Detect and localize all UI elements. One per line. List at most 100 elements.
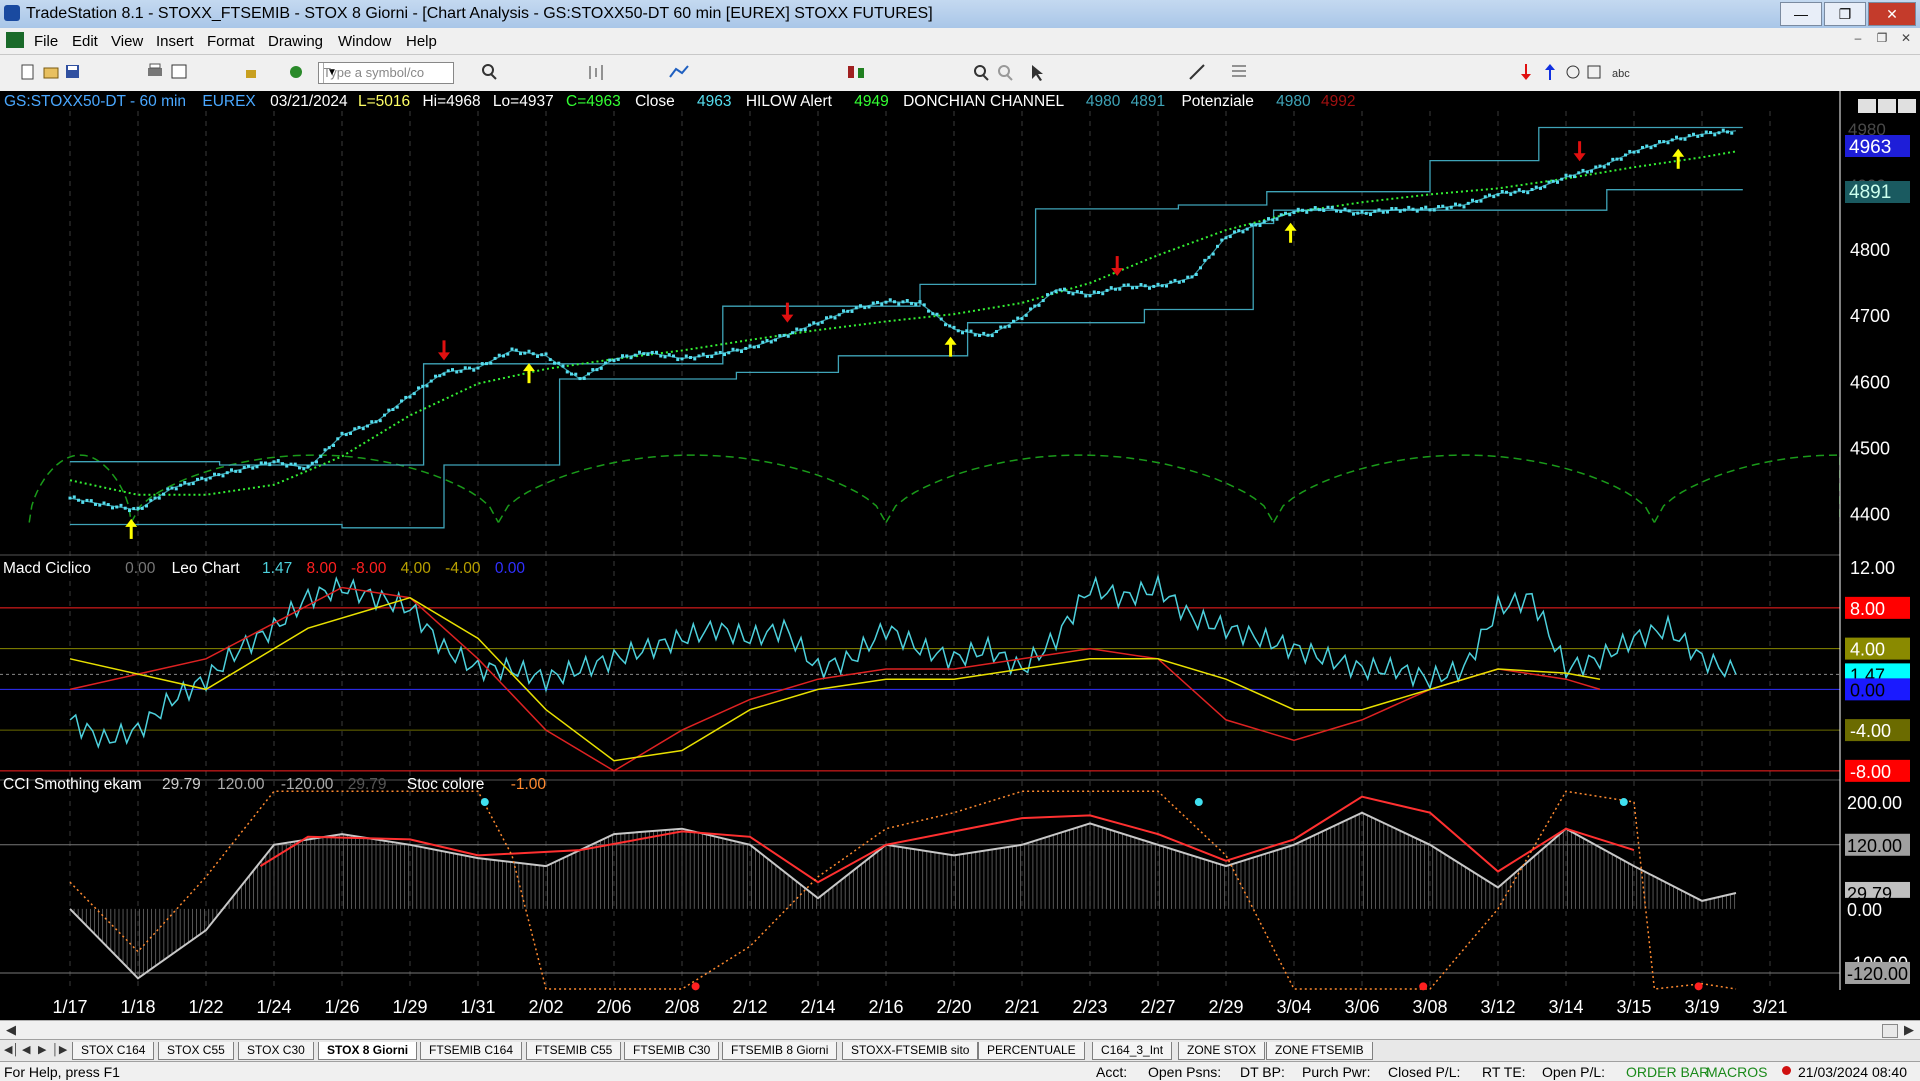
price-point [408, 395, 412, 399]
price-point [94, 502, 97, 506]
scroll-left-icon[interactable]: ◀ [6, 1022, 16, 1038]
price-point [1207, 255, 1211, 259]
price-point [961, 331, 964, 335]
print-icon[interactable] [148, 63, 162, 76]
horizontal-scrollbar[interactable]: ◀ ▶ [0, 1020, 1920, 1039]
axis-minimize-button[interactable] [1858, 99, 1876, 113]
workspace-icon[interactable] [171, 64, 187, 79]
zoom-out-icon[interactable] [998, 65, 1013, 81]
tab-prev-icon[interactable]: ◀ [22, 1043, 30, 1056]
radar-icon[interactable] [290, 66, 302, 78]
chevron-down-icon[interactable]: ▼ [323, 63, 340, 83]
chart-area[interactable]: 4400 4500 4600 4700 4800 12.00 8.00 4.00 1.47 0.… [0, 91, 1920, 1020]
tab-stoxx-ftsemib-sito[interactable]: STOXX-FTSEMIB sito [842, 1042, 979, 1060]
fibonacci-icon[interactable] [1232, 65, 1246, 77]
menu-file[interactable]: File [34, 33, 58, 50]
price-point [612, 359, 616, 363]
price-point [1615, 157, 1619, 161]
ellipse-tool-icon[interactable] [1566, 65, 1580, 79]
zoom-in-icon[interactable] [974, 65, 989, 81]
tab-zone-stox[interactable]: ZONE STOX [1178, 1042, 1266, 1060]
price-point [540, 353, 544, 357]
price-point [1216, 244, 1219, 248]
macd-name: Macd Ciclico [3, 560, 91, 577]
tab-stox-c55[interactable]: STOX C55 [158, 1042, 234, 1060]
restore-button[interactable]: ❐ [1824, 2, 1866, 26]
chart-svg[interactable]: 4400 4500 4600 4700 4800 12.00 8.00 4.00 1.47 0.… [0, 91, 1920, 1020]
menu-insert[interactable]: Insert [156, 33, 194, 50]
symbol-input[interactable]: Type a symbol/co ▼ [318, 62, 454, 84]
leo-value-5: -4.00 [445, 560, 481, 577]
minimize-button[interactable]: — [1780, 2, 1822, 26]
menu-window[interactable]: Window [338, 33, 391, 50]
pointer-icon[interactable] [1032, 65, 1043, 81]
menu-drawing[interactable]: Drawing [268, 33, 323, 50]
price-point [871, 301, 875, 305]
line-chart-icon[interactable] [669, 65, 689, 78]
tab-ftsemib-8-giorni[interactable]: FTSEMIB 8 Giorni [722, 1042, 838, 1060]
price-point [757, 345, 760, 349]
x-tick-label: 3/19 [1684, 997, 1719, 1017]
price-point [837, 313, 841, 317]
price-point [1245, 227, 1249, 231]
tab-stox-c30[interactable]: STOX C30 [238, 1042, 314, 1060]
buy-arrow-tool-icon[interactable] [1545, 64, 1555, 80]
tab-last-icon[interactable]: │▶ [52, 1043, 67, 1056]
price-point [1679, 137, 1683, 141]
cci-marker [1694, 982, 1703, 991]
candlestick-icon[interactable] [848, 66, 864, 78]
price-point [455, 370, 459, 374]
tab-percentuale[interactable]: PERCENTUALE [978, 1042, 1085, 1060]
mdi-restore-button[interactable]: ❐ [1872, 31, 1892, 49]
axis-restore-button[interactable] [1878, 99, 1896, 113]
price-point [446, 369, 450, 373]
tab-first-icon[interactable]: ◀│ [4, 1043, 19, 1056]
trendline-icon[interactable] [1189, 64, 1205, 80]
price-point [1709, 131, 1712, 135]
axis-close-button[interactable] [1898, 99, 1916, 113]
menu-edit[interactable]: Edit [72, 33, 98, 50]
tab-stox-8-giorni[interactable]: STOX 8 Giorni [318, 1042, 418, 1060]
price-point [264, 461, 267, 465]
tab-ftsemib-c55[interactable]: FTSEMIB C55 [526, 1042, 622, 1060]
mdi-minimize-button[interactable]: – [1848, 31, 1868, 49]
rectangle-tool-icon[interactable] [1587, 65, 1601, 79]
sell-arrow-tool-icon[interactable] [1521, 64, 1531, 80]
price-point [1020, 317, 1024, 321]
price-point [1343, 207, 1347, 211]
price-point [230, 468, 233, 472]
menu-view[interactable]: View [111, 33, 143, 50]
tab-ftsemib-c164[interactable]: FTSEMIB C164 [420, 1042, 523, 1060]
menu-help[interactable]: Help [406, 33, 437, 50]
tab-zone-ftsemib[interactable]: ZONE FTSEMIB [1266, 1042, 1373, 1060]
price-point [625, 354, 629, 358]
open-folder-icon[interactable] [43, 67, 59, 79]
tab-ftsemib-c30[interactable]: FTSEMIB C30 [624, 1042, 720, 1060]
price-point [561, 364, 565, 368]
scroll-thumb[interactable] [1882, 1024, 1898, 1038]
price-point [1224, 236, 1228, 240]
price-point [1666, 141, 1670, 145]
price-point [1488, 193, 1491, 197]
menu-format[interactable]: Format [207, 33, 255, 50]
chart-window-icon[interactable] [6, 32, 24, 48]
lock-icon[interactable] [246, 70, 256, 78]
tab-next-icon[interactable]: ▶ [38, 1043, 46, 1056]
status-macros[interactable]: MACROS [1706, 1064, 1767, 1080]
mdi-close-button[interactable]: ✕ [1896, 31, 1916, 49]
tab-c164-3-int[interactable]: C164_3_Int [1092, 1042, 1173, 1060]
text-tool-icon[interactable]: abc [1612, 68, 1630, 80]
price-point [1432, 208, 1436, 212]
bar-chart-icon[interactable] [589, 65, 603, 80]
save-icon[interactable] [66, 65, 79, 78]
scroll-right-icon[interactable]: ▶ [1904, 1022, 1914, 1038]
find-symbol-icon[interactable] [482, 64, 497, 80]
close-button[interactable]: ✕ [1868, 2, 1916, 26]
price-point [366, 424, 369, 428]
tab-stox-c164[interactable]: STOX C164 [72, 1042, 155, 1060]
x-tick-label: 2/08 [664, 997, 699, 1017]
status-order-bar[interactable]: ORDER BAR [1626, 1064, 1709, 1080]
new-file-icon[interactable] [21, 64, 34, 80]
price-point [332, 443, 335, 447]
price-point [1194, 272, 1198, 276]
